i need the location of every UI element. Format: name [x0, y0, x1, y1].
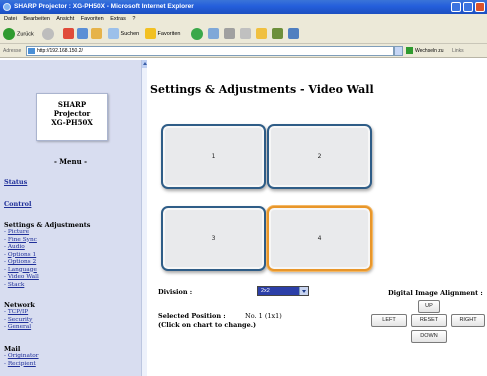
sidebar-link-status[interactable]: Status [4, 178, 27, 186]
back-button[interactable]: Zurück [3, 28, 34, 41]
sidebar-item-security[interactable]: - Security [4, 317, 32, 325]
sidebar-item-options-2[interactable]: - Options 2 [4, 259, 36, 267]
sidebar: SHARP Projector XG-PH50X - Menu - Status… [0, 60, 141, 376]
video-wall-tile-2[interactable]: 2 [267, 124, 372, 189]
sidebar-item-originator[interactable]: - Originator [4, 353, 39, 361]
mail-section-title: Mail [4, 345, 21, 353]
favorites-button[interactable]: Favoriten [145, 28, 180, 41]
brand-product: Projector [53, 109, 91, 118]
page-icon [28, 48, 35, 54]
align-left-button[interactable]: LEFT [371, 314, 407, 327]
alignment-label: Digital Image Alignment : [388, 289, 483, 297]
sidebar-item-stack[interactable]: - Stack [4, 282, 24, 290]
minimize-button[interactable] [451, 2, 461, 12]
chevron-down-icon [299, 287, 308, 295]
menu-item-favoriten[interactable]: Favoriten [81, 16, 104, 22]
favorites-star-icon [145, 28, 156, 40]
division-value: 2x2 [261, 288, 270, 294]
ie-icon [3, 3, 11, 11]
sidebar-link-control[interactable]: Control [4, 200, 31, 208]
mail-button[interactable] [208, 28, 219, 41]
search-button[interactable]: Suchen [108, 28, 139, 41]
menu-item-help[interactable]: ? [132, 16, 135, 22]
home-button[interactable] [91, 28, 102, 41]
sidebar-item-tcpip[interactable]: - TCP/IP [4, 309, 28, 317]
edit-icon [240, 28, 251, 40]
refresh-icon [77, 28, 88, 40]
folder-icon [256, 28, 267, 40]
sidebar-item-picture[interactable]: - Picture [4, 229, 29, 237]
align-up-button[interactable]: UP [418, 300, 440, 313]
links-label[interactable]: Links [452, 44, 464, 58]
settings-section-title: Settings & Adjustments [4, 221, 91, 229]
research-icon [288, 28, 299, 40]
address-bar: Adresse http://192.168.150.2/ Wechseln z… [0, 44, 487, 58]
main-content: Settings & Adjustments - Video Wall 1 2 … [147, 60, 487, 376]
search-icon [108, 28, 119, 40]
sidebar-item-general[interactable]: - General [4, 324, 31, 332]
home-icon [91, 28, 102, 40]
menu-item-datei[interactable]: Datei [4, 16, 17, 22]
menu-item-ansicht[interactable]: Ansicht [56, 16, 74, 22]
sidebar-item-fine-sync[interactable]: - Fine Sync [4, 237, 37, 245]
sidebar-item-video-wall[interactable]: - Video Wall [4, 274, 39, 282]
edit-button[interactable] [240, 28, 251, 41]
messenger-button[interactable] [272, 28, 283, 41]
video-wall-tile-4[interactable]: 4 [267, 206, 372, 271]
browser-window: SHARP Projector : XG-PH50X - Microsoft I… [0, 0, 487, 376]
selected-position-value: No. 1 (1x1) [245, 312, 282, 320]
align-right-button[interactable]: RIGHT [451, 314, 485, 327]
go-button[interactable]: Wechseln zu [406, 44, 444, 58]
division-select[interactable]: 2x2 [257, 286, 309, 296]
click-hint: (Click on chart to change.) [158, 321, 257, 329]
folder-button[interactable] [256, 28, 267, 41]
refresh-button[interactable] [77, 28, 88, 41]
align-down-button[interactable]: DOWN [411, 330, 447, 343]
address-value: http://192.168.150.2/ [37, 48, 83, 54]
forward-arrow-icon [42, 28, 54, 40]
network-section-title: Network [4, 301, 35, 309]
mail-icon [208, 28, 219, 40]
brand-model: XG-PH50X [51, 118, 93, 127]
brand-box: SHARP Projector XG-PH50X [36, 93, 108, 141]
back-arrow-icon [3, 28, 15, 40]
sidebar-item-options-1[interactable]: - Options 1 [4, 252, 36, 260]
go-arrow-icon [406, 47, 413, 55]
toolbar: Zurück Suchen Favoriten [0, 25, 487, 44]
messenger-icon [272, 28, 283, 40]
division-label: Division : [158, 288, 193, 296]
stop-icon [63, 28, 74, 40]
selected-position-label: Selected Position : [158, 312, 226, 320]
menu-title: - Menu - [53, 157, 88, 166]
stop-button[interactable] [63, 28, 74, 41]
address-label: Adresse [3, 48, 22, 54]
print-icon [224, 28, 235, 40]
page-title: Settings & Adjustments - Video Wall [150, 83, 374, 96]
history-icon [191, 28, 203, 40]
window-title: SHARP Projector : XG-PH50X - Microsoft I… [14, 3, 194, 10]
history-button[interactable] [191, 28, 205, 41]
research-button[interactable] [288, 28, 299, 41]
print-button[interactable] [224, 28, 235, 41]
menu-item-bearbeiten[interactable]: Bearbeiten [23, 16, 50, 22]
menu-bar: Datei Bearbeiten Ansicht Favoriten Extra… [0, 14, 487, 25]
sidebar-item-audio[interactable]: - Audio [4, 244, 25, 252]
sidebar-item-recipient[interactable]: - Recipient [4, 361, 36, 369]
video-wall-tile-3[interactable]: 3 [161, 206, 266, 271]
forward-button[interactable] [42, 28, 56, 41]
align-reset-button[interactable]: RESET [411, 314, 447, 327]
title-bar: SHARP Projector : XG-PH50X - Microsoft I… [0, 0, 487, 14]
address-dropdown-button[interactable] [394, 46, 403, 56]
video-wall-tile-1[interactable]: 1 [161, 124, 266, 189]
close-button[interactable] [475, 2, 485, 12]
brand-name: SHARP [57, 100, 87, 109]
sidebar-item-language[interactable]: - Language [4, 267, 37, 275]
address-input[interactable]: http://192.168.150.2/ [26, 46, 394, 56]
maximize-button[interactable] [463, 2, 473, 12]
menu-item-extras[interactable]: Extras [110, 16, 126, 22]
